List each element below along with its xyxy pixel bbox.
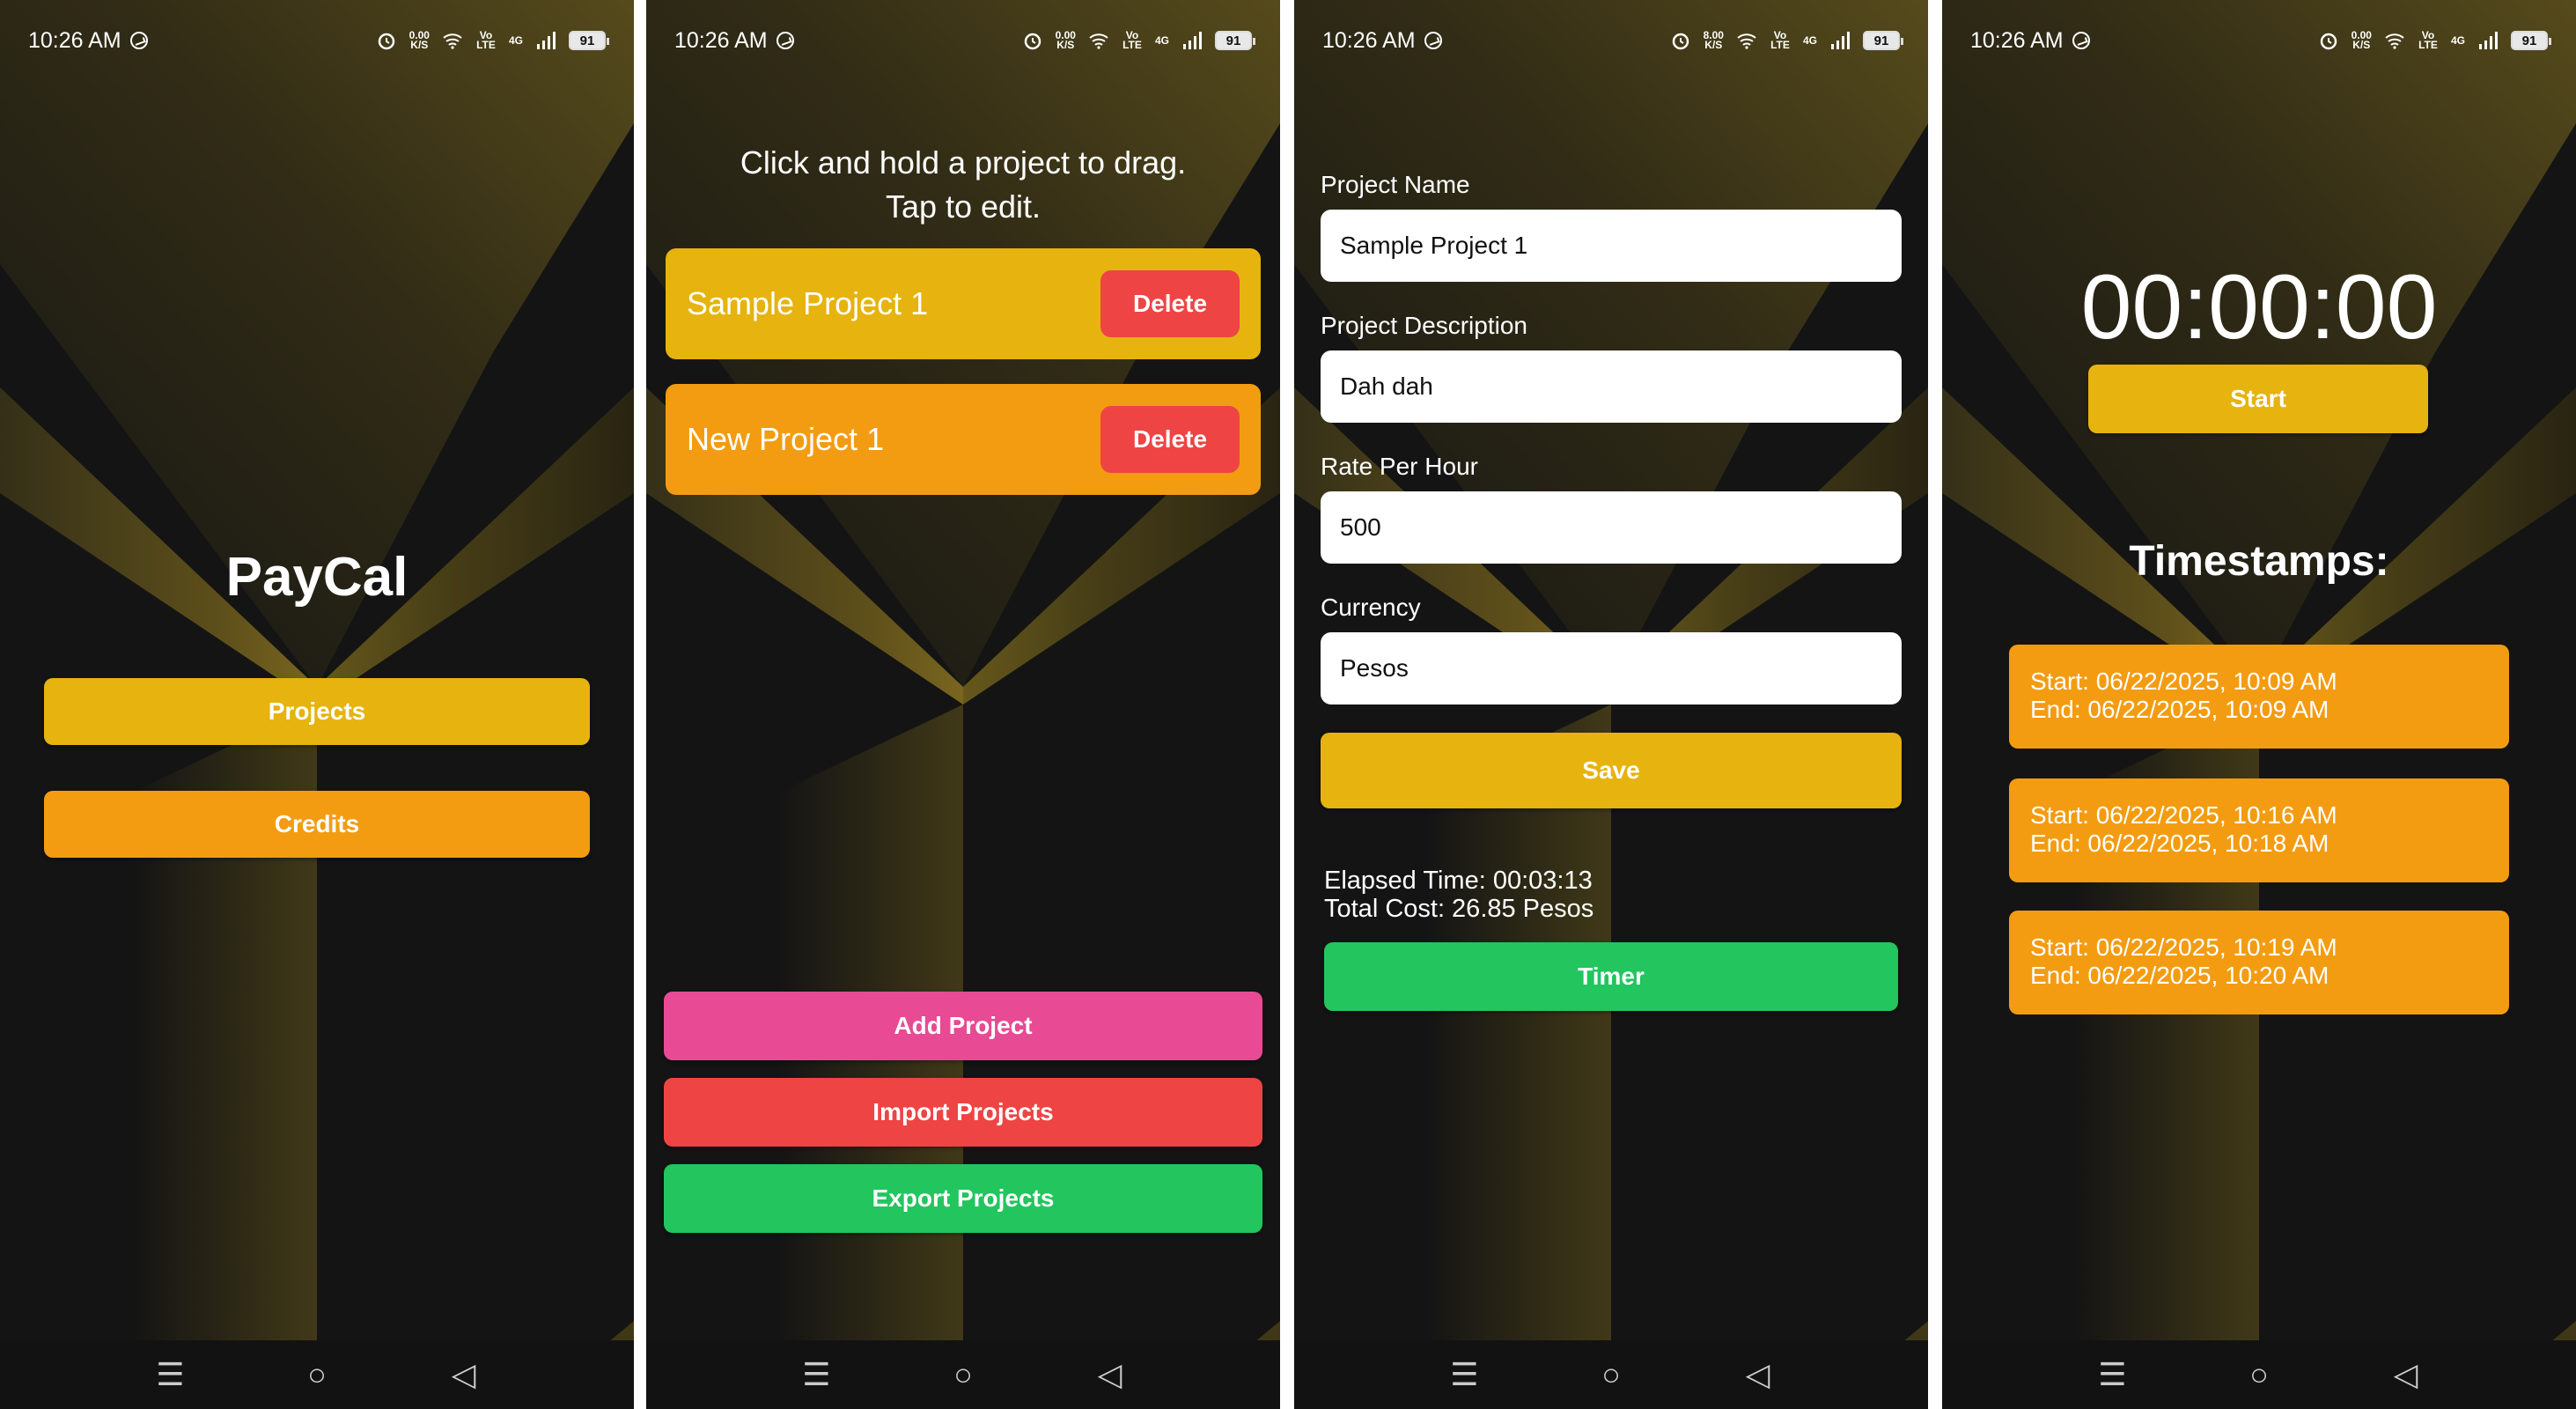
project-description-label: Project Description	[1321, 312, 1527, 339]
network-type: 4G	[1802, 33, 1817, 47]
status-time: 10:26 AM	[674, 27, 768, 53]
volte-indicator: Vo LTE	[476, 29, 496, 51]
timestamp-card: Start: 06/22/2025, 10:16 AM End: 06/22/2…	[2009, 778, 2509, 882]
instruction-line-2: Tap to edit.	[885, 188, 1041, 225]
back-icon[interactable]: ◁	[2384, 1356, 2428, 1393]
wifi-icon	[1737, 33, 1756, 49]
net-speed: 0.00 K/S	[1055, 29, 1076, 51]
total-cost: Total Cost: 26.85 Pesos	[1324, 895, 1594, 923]
currency-label: Currency	[1321, 594, 1421, 621]
nav-bar: ☰ ○ ◁	[0, 1340, 634, 1409]
battery-icon: 91	[1863, 31, 1903, 50]
signal-icon	[537, 32, 556, 49]
timer-display: 00:00:00	[2080, 256, 2438, 358]
network-type: 4G	[508, 33, 523, 47]
status-bar: 10:26 AM 0.00 K/S Vo LTE 4G 91	[1942, 0, 2576, 81]
project-name: Sample Project 1	[687, 285, 929, 321]
alarm-icon	[1024, 33, 1041, 50]
elapsed-time: Elapsed Time: 00:03:13	[1324, 867, 1593, 895]
status-time: 10:26 AM	[28, 27, 121, 53]
alarm-icon	[2320, 33, 2337, 50]
drag-instruction: Click and hold a project to drag. Tap to…	[646, 141, 1280, 229]
wifi-icon	[443, 33, 462, 49]
status-time: 10:26 AM	[1322, 27, 1416, 53]
alarm-icon	[378, 33, 394, 50]
menu-icon[interactable]: ☰	[794, 1356, 838, 1393]
back-icon[interactable]: ◁	[1736, 1356, 1780, 1393]
nav-bar: ☰ ○ ◁	[1294, 1340, 1928, 1409]
volte-indicator: Vo LTE	[1770, 29, 1790, 51]
net-speed: 0.00 K/S	[408, 29, 430, 51]
screen-edit-project: 10:26 AM 8.00 K/S Vo LTE 4G 91 Project Na…	[1294, 0, 1928, 1409]
project-name-label: Project Name	[1321, 171, 1470, 198]
signal-icon	[1831, 32, 1850, 49]
currency-input[interactable]	[1321, 632, 1902, 704]
status-bar: 10:26 AM 0.00 K/S Vo LTE 4G 91	[646, 0, 1280, 81]
credits-button[interactable]: Credits	[44, 791, 590, 858]
save-button[interactable]: Save	[1321, 733, 1902, 808]
home-icon[interactable]: ○	[941, 1356, 985, 1393]
home-icon[interactable]: ○	[2237, 1356, 2281, 1393]
status-bar: 10:26 AM 8.00 K/S Vo LTE 4G 91	[1294, 0, 1928, 81]
timestamp-start: Start: 06/22/2025, 10:16 AM	[2030, 801, 2337, 829]
rate-per-hour-label: Rate Per Hour	[1321, 453, 1478, 480]
messenger-icon	[129, 32, 148, 49]
project-name: New Project 1	[687, 421, 885, 457]
delete-button[interactable]: Delete	[1100, 406, 1240, 473]
delete-button[interactable]: Delete	[1100, 270, 1240, 337]
timestamp-end: End: 06/22/2025, 10:18 AM	[2030, 830, 2329, 857]
screen-timer: 10:26 AM 0.00 K/S Vo LTE 4G 91 00:00:00 S…	[1942, 0, 2576, 1409]
battery-icon: 91	[2511, 31, 2551, 50]
network-type: 4G	[1154, 33, 1169, 47]
project-name-input[interactable]	[1321, 210, 1902, 282]
status-bar: 10:26 AM 0.00 K/S Vo LTE 4G 91	[0, 0, 634, 81]
export-projects-button[interactable]: Export Projects	[664, 1164, 1262, 1233]
screen-projects: 10:26 AM 0.00 K/S Vo LTE 4G 91 Click and …	[646, 0, 1280, 1409]
messenger-icon	[776, 32, 794, 49]
home-icon[interactable]: ○	[295, 1356, 339, 1393]
nav-bar: ☰ ○ ◁	[646, 1340, 1280, 1409]
screen-home: 10:26 AM 0.00 K/S Vo LTE 4G 91 PayCal Pro…	[0, 0, 634, 1409]
signal-icon	[2479, 32, 2498, 49]
timestamp-start: Start: 06/22/2025, 10:09 AM	[2030, 668, 2337, 695]
import-projects-button[interactable]: Import Projects	[664, 1078, 1262, 1147]
app-title: PayCal	[225, 547, 408, 608]
net-speed: 0.00 K/S	[2351, 29, 2372, 51]
signal-icon	[1183, 32, 1202, 49]
timestamp-card: Start: 06/22/2025, 10:19 AM End: 06/22/2…	[2009, 911, 2509, 1014]
messenger-icon	[2072, 32, 2090, 49]
nav-bar: ☰ ○ ◁	[1942, 1340, 2576, 1409]
net-speed: 8.00 K/S	[1703, 29, 1724, 51]
projects-button[interactable]: Projects	[44, 678, 590, 745]
status-time: 10:26 AM	[1970, 27, 2064, 53]
network-type: 4G	[2450, 33, 2465, 47]
project-card[interactable]: Sample Project 1 Delete	[666, 248, 1261, 359]
battery-icon: 91	[1215, 31, 1255, 50]
project-card[interactable]: New Project 1 Delete	[666, 384, 1261, 495]
project-description-input[interactable]	[1321, 350, 1902, 423]
start-button[interactable]: Start	[2088, 365, 2428, 433]
rate-per-hour-input[interactable]	[1321, 491, 1902, 564]
menu-icon[interactable]: ☰	[2090, 1356, 2134, 1393]
menu-icon[interactable]: ☰	[148, 1356, 192, 1393]
battery-icon: 91	[569, 31, 609, 50]
add-project-button[interactable]: Add Project	[664, 992, 1262, 1060]
home-icon[interactable]: ○	[1589, 1356, 1633, 1393]
alarm-icon	[1672, 33, 1689, 50]
timestamp-start: Start: 06/22/2025, 10:19 AM	[2030, 933, 2337, 961]
instruction-line-1: Click and hold a project to drag.	[740, 144, 1187, 181]
timestamps-title: Timestamps:	[2129, 538, 2389, 585]
messenger-icon	[1424, 32, 1442, 49]
menu-icon[interactable]: ☰	[1442, 1356, 1486, 1393]
volte-indicator: Vo LTE	[2418, 29, 2438, 51]
wifi-icon	[2385, 33, 2404, 49]
timestamp-end: End: 06/22/2025, 10:20 AM	[2030, 962, 2329, 989]
timestamp-end: End: 06/22/2025, 10:09 AM	[2030, 696, 2329, 723]
timer-button[interactable]: Timer	[1324, 942, 1898, 1011]
back-icon[interactable]: ◁	[442, 1356, 486, 1393]
wifi-icon	[1089, 33, 1108, 49]
volte-indicator: Vo LTE	[1122, 29, 1142, 51]
timestamp-card: Start: 06/22/2025, 10:09 AM End: 06/22/2…	[2009, 645, 2509, 749]
back-icon[interactable]: ◁	[1088, 1356, 1132, 1393]
